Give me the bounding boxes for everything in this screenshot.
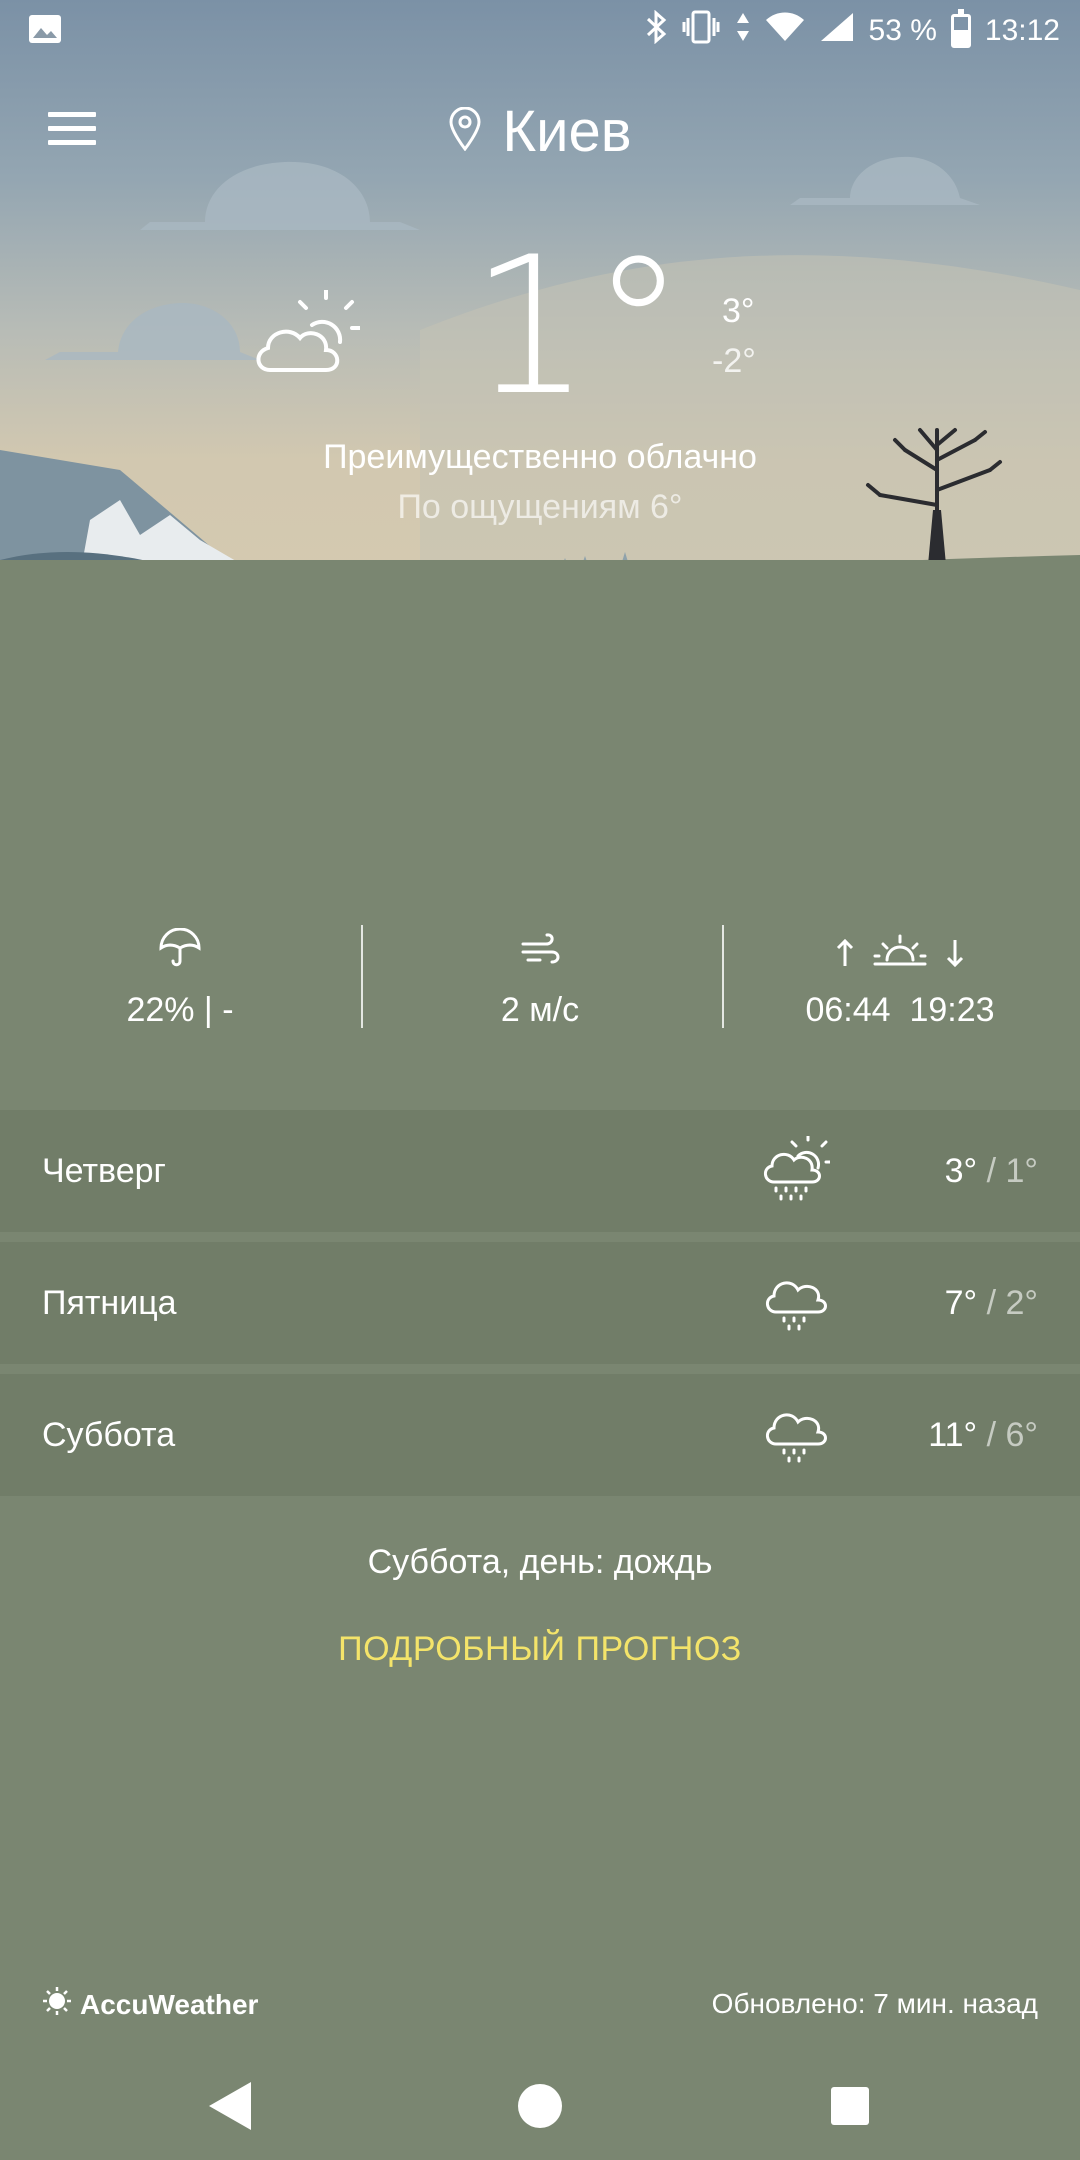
sunrise-sunset-icon — [873, 934, 927, 973]
forecast-high: 11° — [928, 1415, 978, 1454]
forecast-high: 3° — [944, 1151, 978, 1190]
vibrate-icon — [681, 10, 721, 52]
forecast-summary: Суббота, день: дождь — [367, 1543, 713, 1581]
location-header[interactable]: Киев — [0, 98, 1080, 165]
precipitation-stat: 22% | - — [0, 925, 360, 1035]
wind-value: 2 м/с — [500, 991, 580, 1029]
sunset-arrow-icon — [945, 938, 965, 973]
sun-logo-icon — [42, 1986, 72, 2023]
location-pin-icon — [448, 106, 482, 156]
cloud-rain-icon — [760, 1400, 830, 1471]
home-icon[interactable] — [512, 2078, 568, 2134]
sunrise-time: 06:44 — [805, 991, 891, 1029]
umbrella-icon — [159, 927, 201, 973]
status-bar: 53 % 13:12 — [0, 0, 1080, 62]
image-icon — [28, 14, 62, 49]
data-arrows-icon — [735, 10, 751, 52]
bluetooth-icon — [645, 9, 667, 52]
current-temperature: 1° — [470, 216, 686, 437]
brand-name: AccuWeather — [80, 1988, 259, 2020]
forecast-low: / 2° — [986, 1283, 1038, 1322]
today-high: 3° — [722, 292, 755, 330]
precipitation-value: 22% | - — [126, 991, 234, 1029]
forecast-high: 7° — [944, 1283, 978, 1322]
wind-stat: 2 м/с — [360, 925, 720, 1035]
city-name: Киев — [502, 99, 632, 164]
recents-icon[interactable] — [822, 2078, 878, 2134]
sun-times: 06:44 19:23 — [720, 991, 1080, 1030]
clock: 13:12 — [984, 14, 1060, 47]
feels-like: По ощущениям 6° — [397, 488, 683, 526]
back-icon[interactable] — [203, 2078, 259, 2134]
forecast-low: / 1° — [986, 1151, 1038, 1190]
forecast-temps: 11° / 6° — [928, 1416, 1038, 1455]
cloud-sun-rain-icon — [760, 1134, 832, 1207]
forecast-temps: 7° / 2° — [945, 1284, 1038, 1323]
stats-row: 22% | - 2 м/с 06:44 19:23 — [0, 925, 1080, 1035]
condition-text: Преимущественно облачно — [323, 438, 757, 476]
navigation-bar — [0, 2050, 1080, 2160]
forecast-low: / 6° — [986, 1415, 1038, 1454]
sunrise-arrow-icon — [835, 938, 855, 973]
forecast-row[interactable]: Суббота 11° / 6° — [0, 1374, 1080, 1496]
forecast-day: Пятница — [42, 1283, 177, 1322]
forecast-day: Четверг — [42, 1151, 166, 1190]
partly-cloudy-icon — [250, 288, 362, 385]
battery-icon — [950, 9, 971, 48]
sunset-time: 19:23 — [909, 991, 995, 1029]
cloud-rain-icon — [760, 1268, 830, 1339]
today-low: -2° — [712, 342, 756, 380]
battery-percent: 53 % — [868, 14, 937, 47]
forecast-row[interactable]: Пятница 7° / 2° — [0, 1242, 1080, 1364]
updated-text: Обновлено: 7 мин. назад — [711, 1988, 1038, 2019]
accuweather-logo[interactable]: AccuWeather — [42, 1986, 258, 2023]
forecast-list: Четверг 3° / 1° Пятница 7° / 2° Суббота — [0, 1110, 1080, 1506]
wind-icon — [520, 932, 560, 973]
sun-stat: 06:44 19:23 — [720, 925, 1080, 1035]
wifi-icon — [765, 11, 805, 51]
forecast-row[interactable]: Четверг 3° / 1° — [0, 1110, 1080, 1232]
forecast-temps: 3° / 1° — [945, 1152, 1038, 1191]
detailed-forecast-link[interactable]: ПОДРОБНЫЙ ПРОГНОЗ — [0, 1630, 1080, 1669]
forecast-day: Суббота — [42, 1415, 176, 1454]
signal-icon — [819, 11, 855, 51]
